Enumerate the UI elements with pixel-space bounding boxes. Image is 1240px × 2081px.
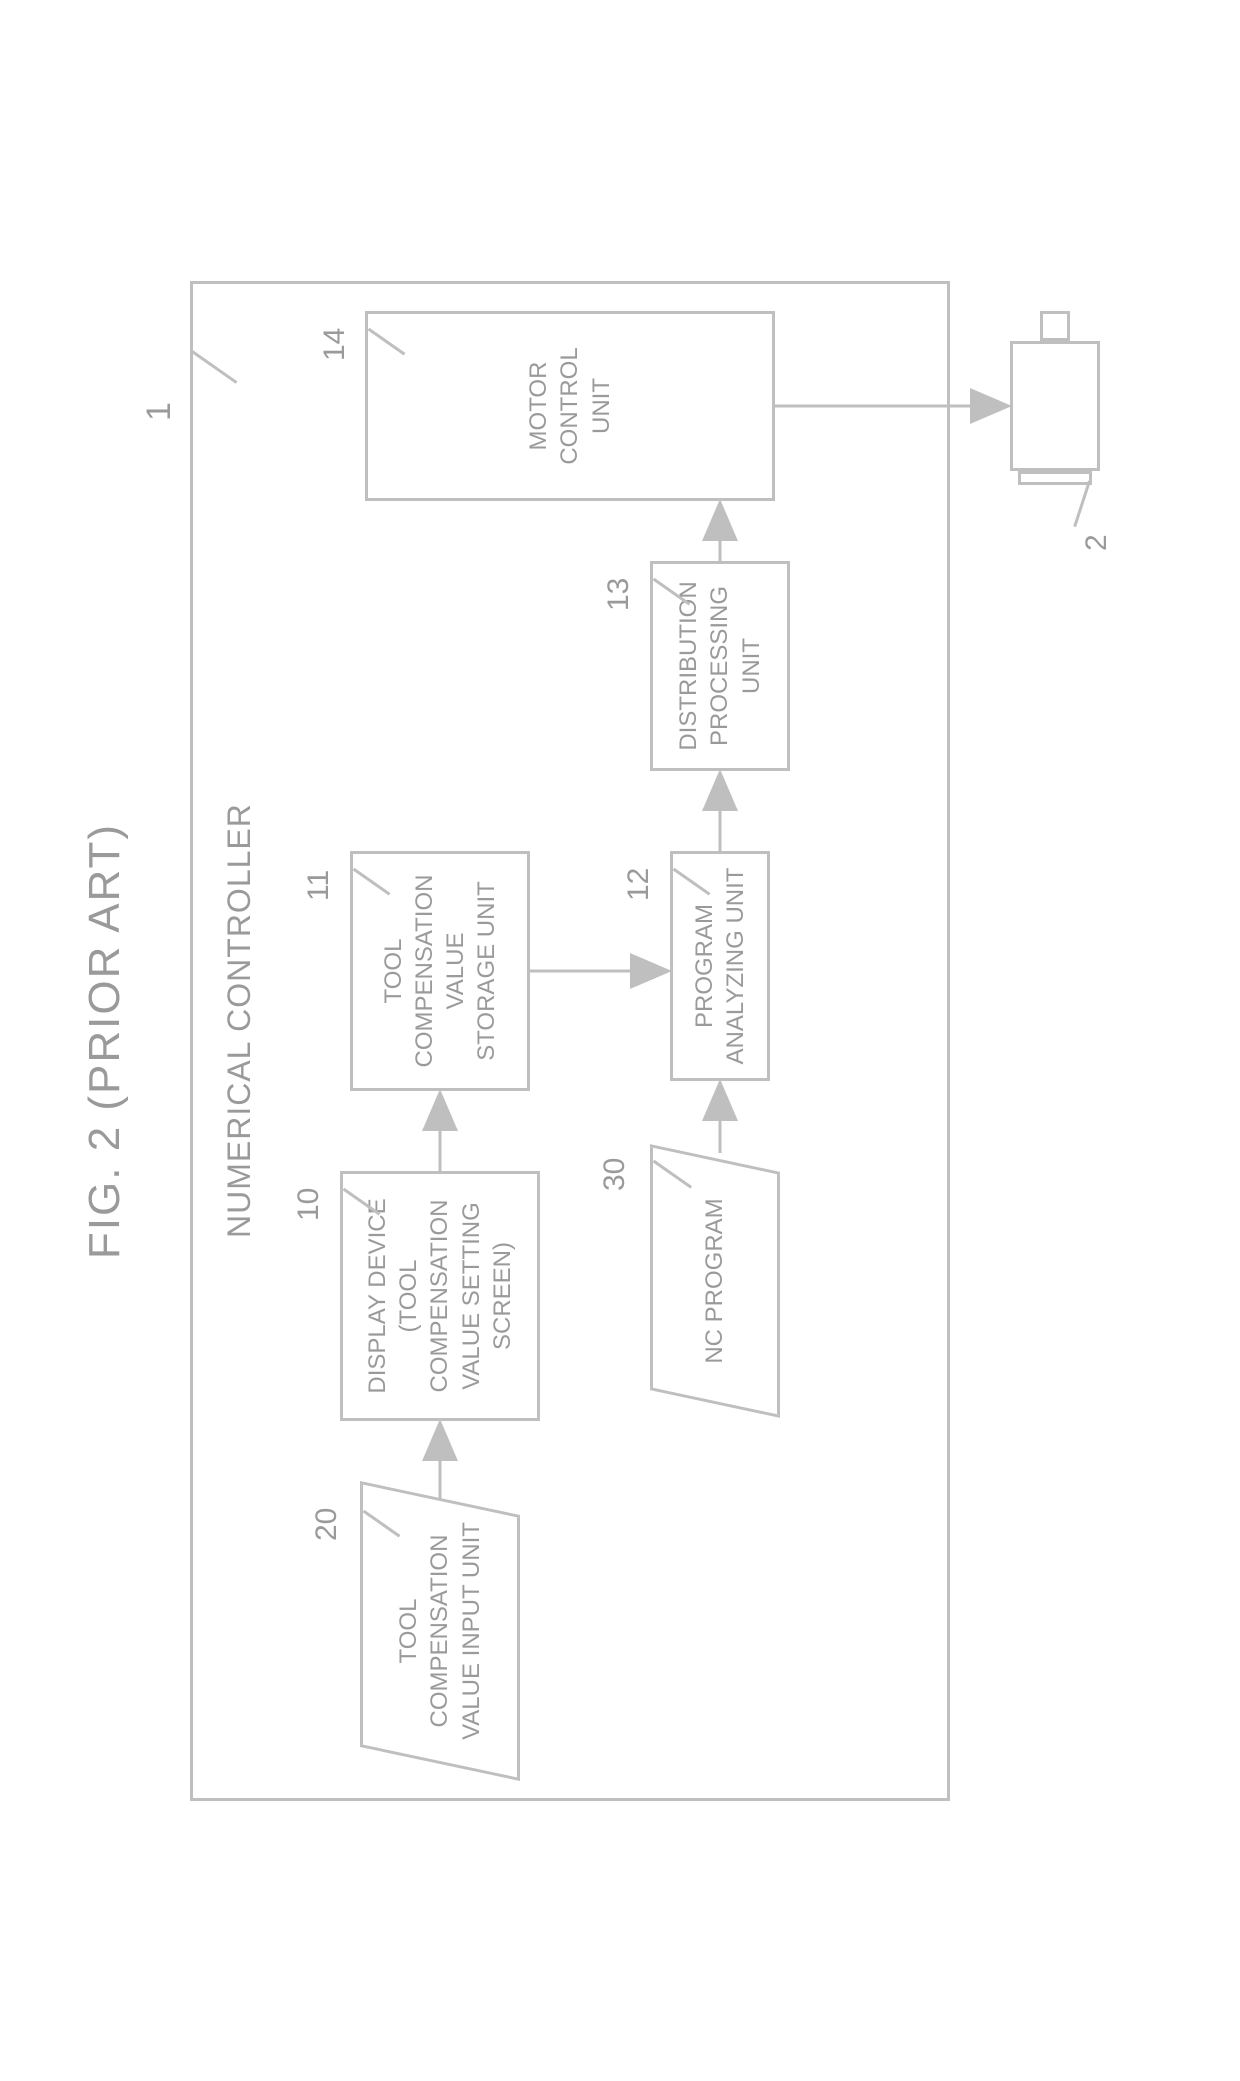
diagram-canvas: FIG. 2 (PRIOR ART) NUMERICAL CONTROLLER … — [70, 241, 1170, 1841]
program-analyzing-unit: PROGRAM ANALYZING UNIT — [670, 851, 770, 1081]
ref-13: 13 — [602, 577, 636, 610]
ref-12: 12 — [622, 867, 656, 900]
ref-10: 10 — [292, 1187, 326, 1220]
ref-1: 1 — [140, 402, 179, 421]
tool-comp-input-unit: TOOL COMPENSATION VALUE INPUT UNIT — [360, 1501, 520, 1761]
block-30-label: NC PROGRAM — [650, 1161, 780, 1401]
nc-program: NC PROGRAM — [650, 1161, 780, 1401]
motor-body — [1010, 341, 1100, 471]
controller-label: NUMERICAL CONTROLLER — [221, 803, 258, 1238]
ref-14: 14 — [318, 327, 352, 360]
ref-30: 30 — [598, 1157, 632, 1190]
motor-control-unit: MOTOR CONTROL UNIT — [365, 311, 775, 501]
ref-20: 20 — [310, 1507, 344, 1540]
motor-cap — [1018, 471, 1092, 485]
ref-11: 11 — [302, 869, 336, 900]
numerical-controller-frame: NUMERICAL CONTROLLER — [190, 281, 950, 1801]
motor-shaft — [1040, 311, 1070, 341]
figure-title: FIG. 2 (PRIOR ART) — [80, 241, 130, 1841]
leader-2 — [1073, 480, 1091, 527]
block-20-label: TOOL COMPENSATION VALUE INPUT UNIT — [360, 1501, 520, 1761]
ref-2: 2 — [1080, 534, 1114, 551]
